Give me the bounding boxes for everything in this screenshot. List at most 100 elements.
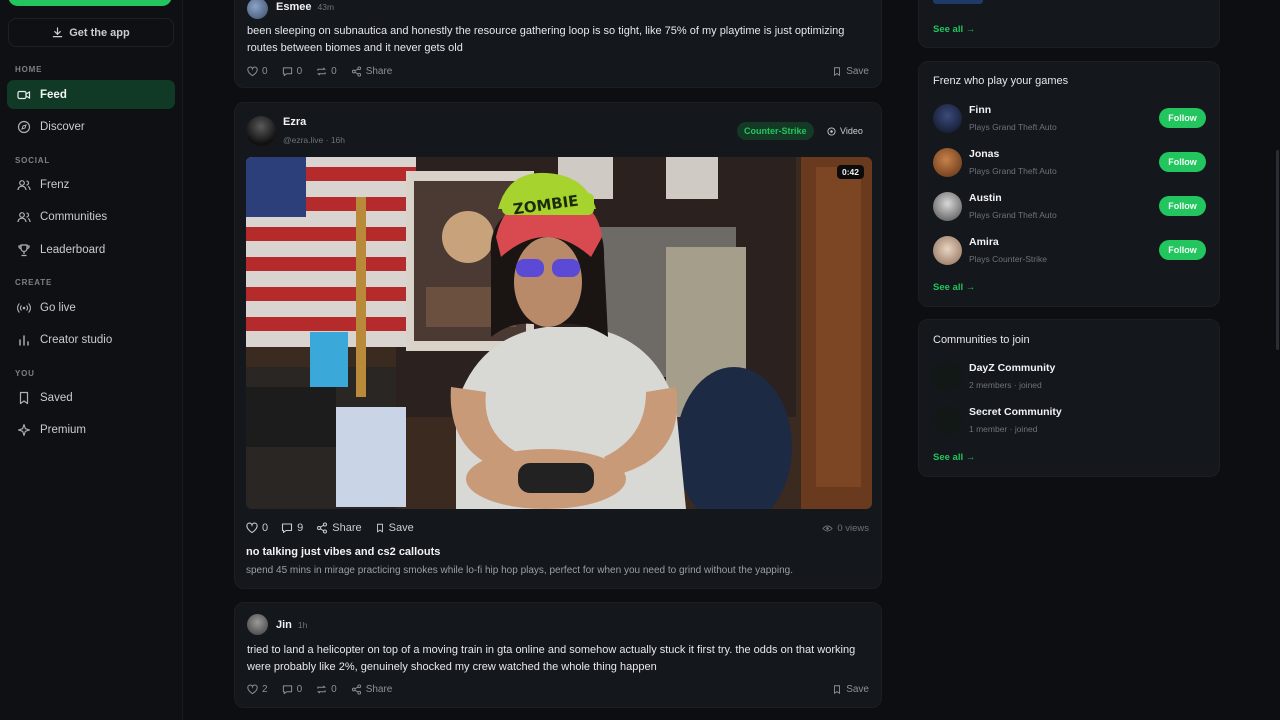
avatar[interactable] — [246, 116, 276, 146]
share-button[interactable]: Share — [316, 522, 362, 534]
save-button[interactable]: Save — [375, 522, 414, 534]
friend-game: Plays Counter-Strike — [969, 254, 1047, 264]
post-username[interactable]: Jin — [276, 619, 292, 631]
community-name[interactable]: Secret Community — [969, 406, 1062, 418]
play-circle-icon — [827, 126, 836, 136]
share-button[interactable]: Share — [351, 684, 392, 695]
scrollbar[interactable] — [1276, 150, 1279, 350]
partial-item — [933, 0, 983, 4]
share-icon — [351, 66, 362, 77]
comment-icon — [281, 522, 293, 534]
follow-button[interactable]: Follow — [1159, 240, 1206, 260]
repost-icon — [316, 684, 327, 695]
section-label-create: CREATE — [15, 278, 53, 287]
friend-game: Plays Grand Theft Auto — [969, 166, 1057, 176]
post-text: tried to land a helicopter on top of a m… — [247, 644, 856, 673]
avatar[interactable] — [933, 104, 962, 133]
post-handle: @ezra.live · 16h — [283, 135, 346, 145]
sidebar-item-label: Feed — [40, 88, 67, 101]
card-title: Communities to join — [933, 334, 1030, 346]
save-button[interactable]: Save — [832, 66, 869, 77]
comment-count: 0 — [296, 66, 303, 77]
community-name[interactable]: DayZ Community — [969, 362, 1055, 374]
get-app-label: Get the app — [69, 26, 130, 39]
video-type-tag: Video — [827, 122, 863, 140]
sidebar-item-feed[interactable]: Feed — [7, 80, 175, 109]
friend-name[interactable]: Jonas — [969, 148, 999, 160]
save-button[interactable]: Save — [832, 684, 869, 695]
video-description: spend 45 mins in mirage practicing smoke… — [246, 565, 793, 576]
repost-button[interactable]: 0 — [316, 684, 337, 695]
avatar[interactable] — [247, 0, 268, 19]
see-all-link[interactable]: See all → — [933, 282, 975, 293]
sidebar-item-premium[interactable]: Premium — [7, 415, 175, 444]
video-duration: 0:42 — [836, 165, 864, 179]
like-count: 0 — [262, 522, 269, 534]
sidebar-item-label: Discover — [40, 120, 85, 133]
follow-button[interactable]: Follow — [1159, 152, 1206, 172]
post-card: Ezra @ezra.live · 16h Counter-Strike Vid… — [234, 102, 882, 589]
bar-chart-icon — [16, 332, 31, 347]
sidebar-item-label: Communities — [40, 210, 108, 223]
follow-button[interactable]: Follow — [1159, 196, 1206, 216]
type-label: Video — [840, 126, 863, 136]
get-app-button[interactable]: Get the app — [8, 18, 174, 47]
repost-button[interactable]: 0 — [316, 66, 337, 77]
sidebar-item-communities[interactable]: Communities — [7, 202, 175, 231]
like-button[interactable]: 0 — [247, 66, 268, 77]
repost-icon — [316, 66, 327, 77]
post-username[interactable]: Esmee — [276, 1, 311, 13]
post-actions: 0 9 Share Save — [246, 522, 414, 534]
friend-name[interactable]: Austin — [969, 192, 1002, 204]
community-avatar[interactable] — [933, 362, 962, 391]
community-avatar[interactable] — [933, 406, 962, 435]
save-label: Save — [846, 66, 869, 77]
follow-button[interactable]: Follow — [1159, 108, 1206, 128]
primary-action-button[interactable] — [8, 0, 172, 6]
post-actions: 2 0 0 Share — [247, 684, 392, 695]
comment-button[interactable]: 0 — [282, 66, 303, 77]
sidebar-item-frenz[interactable]: Frenz — [7, 170, 175, 199]
community-meta: 2 members · joined — [969, 380, 1042, 390]
heart-icon — [246, 522, 258, 534]
avatar[interactable] — [933, 236, 962, 265]
sidebar-item-discover[interactable]: Discover — [7, 112, 175, 141]
bookmark-icon — [832, 66, 842, 77]
sidebar-item-label: Creator studio — [40, 333, 113, 346]
post-username[interactable]: Ezra — [283, 116, 306, 128]
save-label: Save — [846, 684, 869, 695]
friend-name[interactable]: Amira — [969, 236, 999, 248]
see-all-link[interactable]: See all → — [933, 452, 975, 463]
download-icon — [52, 27, 63, 38]
see-all-link[interactable]: See all → — [933, 24, 975, 35]
share-label: Share — [332, 522, 362, 534]
comment-button[interactable]: 9 — [281, 522, 303, 534]
repost-count: 0 — [331, 66, 337, 77]
like-button[interactable]: 2 — [247, 684, 268, 695]
community-meta: 1 member · joined — [969, 424, 1038, 434]
friend-name[interactable]: Finn — [969, 104, 991, 116]
game-tag[interactable]: Counter-Strike — [737, 122, 814, 140]
sidebar-item-leaderboard[interactable]: Leaderboard — [7, 235, 175, 264]
heart-icon — [247, 66, 258, 77]
sidebar-item-creator-studio[interactable]: Creator studio — [7, 325, 175, 354]
post-text: been sleeping on subnautica and honestly… — [247, 25, 845, 54]
video-player[interactable]: ZOMBIE 0:42 — [246, 157, 872, 509]
avatar[interactable] — [933, 192, 962, 221]
share-label: Share — [365, 66, 393, 77]
like-count: 0 — [262, 66, 268, 77]
sidebar-item-label: Premium — [40, 423, 87, 436]
avatar[interactable] — [247, 614, 268, 635]
avatar[interactable] — [933, 148, 962, 177]
frenz-suggestions-card: Frenz who play your games Finn Plays Gra… — [918, 61, 1220, 307]
sidebar-item-go-live[interactable]: Go live — [7, 293, 175, 322]
share-button[interactable]: Share — [351, 66, 393, 77]
views-label: 0 views — [837, 523, 869, 534]
like-button[interactable]: 0 — [246, 522, 268, 534]
sidebar-item-label: Saved — [40, 391, 73, 404]
video-thumbnail: ZOMBIE — [246, 157, 872, 509]
post-card: Jin 1h tried to land a helicopter on top… — [234, 602, 882, 708]
sidebar-item-saved[interactable]: Saved — [7, 383, 175, 412]
compass-icon — [16, 119, 31, 134]
comment-button[interactable]: 0 — [282, 684, 302, 695]
